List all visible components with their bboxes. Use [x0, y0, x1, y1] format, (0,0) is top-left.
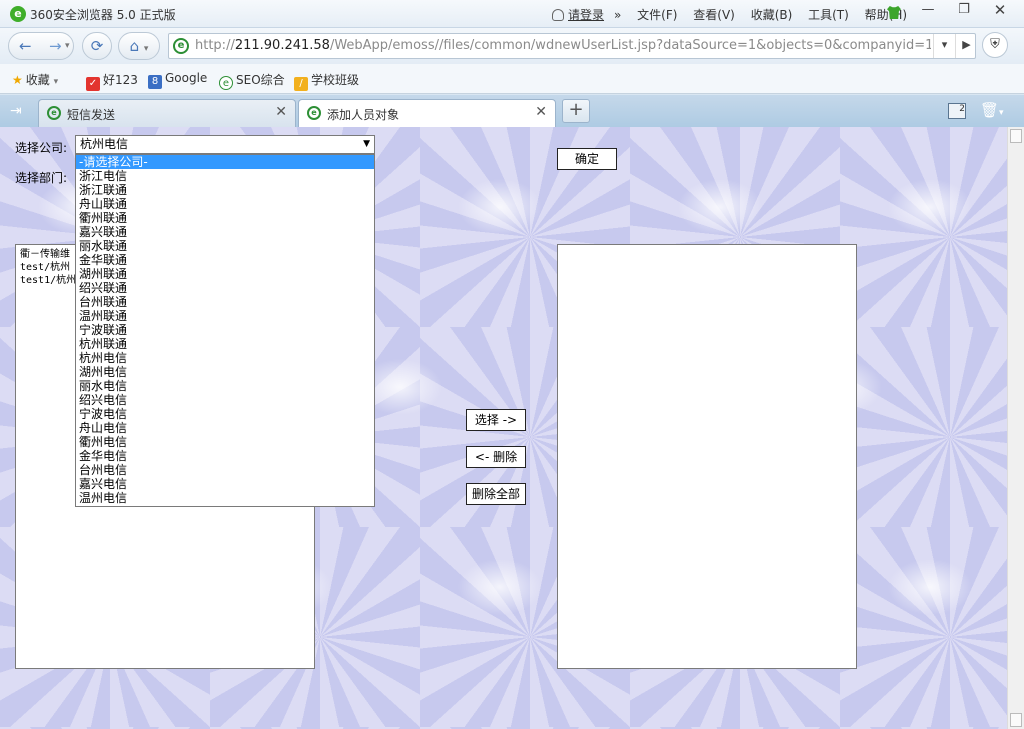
company-option[interactable]: 绍兴电信: [76, 393, 374, 407]
company-dropdown-list[interactable]: -请选择公司- 浙江电信 浙江联通 舟山联通 衢州联通 嘉兴联通 丽水联通 金华联通 湖州联通绍…: [75, 154, 375, 507]
company-option[interactable]: 台州联通: [76, 295, 374, 309]
tab-close-icon[interactable]: ✕: [535, 104, 547, 120]
login-link[interactable]: 请登录: [552, 6, 604, 23]
tab-page-icon: e: [47, 106, 61, 120]
vertical-scrollbar[interactable]: [1007, 127, 1024, 729]
company-option[interactable]: 丽水电信: [76, 379, 374, 393]
trash-icon[interactable]: 🗑▾: [980, 101, 1004, 119]
new-tab-button[interactable]: +: [562, 99, 590, 123]
ie-icon: e: [219, 76, 233, 90]
favorites-dropdown-icon: ▾: [53, 77, 59, 87]
menu-file[interactable]: 文件(F): [637, 8, 677, 22]
company-option[interactable]: 湖州联通: [76, 267, 374, 281]
selected-users-list[interactable]: [557, 244, 857, 669]
tab-bar: ⇥ e 短信发送 ✕ e 添加人员对象 ✕ + 2 🗑▾: [0, 95, 1024, 127]
company-option[interactable]: 温州电信: [76, 491, 374, 505]
company-option[interactable]: 衢州电信: [76, 435, 374, 449]
bookmark-seo[interactable]: e SEO综合: [219, 71, 285, 90]
bookmark-hao123[interactable]: ✓ 好123: [86, 71, 138, 91]
company-option[interactable]: 杭州联通: [76, 337, 374, 351]
maximize-button[interactable]: ❐: [948, 0, 980, 22]
scroll-up-button[interactable]: [1010, 129, 1022, 143]
department-label: 选择部门:: [15, 171, 68, 185]
tab-close-icon[interactable]: ✕: [275, 104, 287, 120]
bookmark-school[interactable]: / 学校班级: [294, 71, 359, 91]
google-icon: 8: [148, 75, 162, 89]
company-option[interactable]: 舟山电信: [76, 421, 374, 435]
title-bar: e 360安全浏览器 5.0 正式版 请登录 » 文件(F) 查看(V) 收藏(…: [0, 0, 1024, 28]
company-option[interactable]: 浙江联通: [76, 183, 374, 197]
select-arrow-icon: ▼: [363, 139, 370, 149]
menu-view[interactable]: 查看(V): [693, 8, 735, 22]
delete-all-button[interactable]: 删除全部: [466, 483, 526, 505]
school-icon: /: [294, 77, 308, 91]
go-icon[interactable]: ▶: [955, 34, 977, 58]
page-content: 选择公司: 杭州电信 ▼ -请选择公司- 浙江电信 浙江联通 舟山联通 衢州联通 嘉兴联通…: [0, 127, 1007, 729]
address-bar[interactable]: e http://211.90.241.58/WebApp/emoss//fil…: [168, 33, 976, 59]
menu-bar: » 文件(F) 查看(V) 收藏(B) 工具(T) 帮助(H): [614, 6, 919, 23]
company-option[interactable]: 宁波电信: [76, 407, 374, 421]
company-select[interactable]: 杭州电信 ▼: [75, 135, 375, 154]
company-option[interactable]: 嘉兴联通: [76, 225, 374, 239]
hao123-icon: ✓: [86, 77, 100, 91]
window-title: 360安全浏览器 5.0 正式版: [30, 8, 176, 22]
tab-sms-send[interactable]: e 短信发送 ✕: [38, 99, 296, 127]
company-option[interactable]: 嘉兴电信: [76, 477, 374, 491]
sidebar-toggle-icon[interactable]: ⇥: [10, 103, 22, 119]
company-option[interactable]: 杭州电信: [76, 351, 374, 365]
company-option[interactable]: 宁波联通: [76, 323, 374, 337]
menu-overflow-icon[interactable]: »: [614, 8, 621, 22]
navigation-bar: ← → ▾ ⟳ ⌂ ▾ e http://211.90.241.58/WebAp…: [0, 28, 1024, 64]
menu-help[interactable]: 帮助(H): [865, 8, 907, 22]
scroll-down-button[interactable]: [1010, 713, 1022, 727]
close-window-button[interactable]: ✕: [984, 0, 1016, 22]
company-label: 选择公司:: [15, 141, 68, 155]
company-option[interactable]: 衢州联通: [76, 211, 374, 225]
company-option[interactable]: 丽水联通: [76, 239, 374, 253]
history-dropdown-icon[interactable]: ▾: [65, 33, 70, 59]
bookmark-favorites[interactable]: ★ 收藏 ▾: [12, 71, 58, 88]
company-option[interactable]: 湖州电信: [76, 365, 374, 379]
company-option[interactable]: 金华联通: [76, 253, 374, 267]
menu-favorites[interactable]: 收藏(B): [751, 8, 793, 22]
menu-tools[interactable]: 工具(T): [808, 8, 849, 22]
company-option[interactable]: 台州电信: [76, 463, 374, 477]
tab-add-person[interactable]: e 添加人员对象 ✕: [298, 99, 556, 127]
company-option[interactable]: 绍兴联通: [76, 281, 374, 295]
select-button[interactable]: 选择 ->: [466, 409, 526, 431]
tab-list-icon[interactable]: 2: [948, 103, 966, 119]
bookmark-google[interactable]: 8 Google: [148, 71, 207, 89]
url-text[interactable]: http://211.90.241.58/WebApp/emoss//files…: [195, 38, 931, 53]
forward-arrow-icon[interactable]: →: [49, 33, 62, 59]
company-option[interactable]: 舟山联通: [76, 197, 374, 211]
company-option[interactable]: 金华电信: [76, 449, 374, 463]
user-icon: [552, 9, 564, 21]
page-icon: e: [173, 38, 189, 54]
refresh-button[interactable]: ⟳: [82, 32, 112, 60]
home-button[interactable]: ⌂ ▾: [118, 32, 160, 60]
back-button[interactable]: ← → ▾: [8, 32, 74, 60]
minimize-button[interactable]: —: [912, 0, 944, 22]
address-dropdown-icon[interactable]: ▾: [933, 34, 955, 58]
delete-button[interactable]: <- 删除: [466, 446, 526, 468]
company-option[interactable]: -请选择公司-: [76, 155, 374, 169]
tab-page-icon: e: [307, 106, 321, 120]
company-option[interactable]: 温州联通: [76, 309, 374, 323]
star-icon: ★: [12, 73, 23, 87]
browser-logo-icon: e: [10, 6, 26, 22]
security-shield-icon[interactable]: ⛨: [982, 32, 1008, 58]
company-option[interactable]: 浙江电信: [76, 169, 374, 183]
confirm-button[interactable]: 确定: [557, 148, 617, 170]
back-arrow-icon: ←: [19, 37, 32, 55]
bookmarks-bar: ★ 收藏 ▾ ✓ 好123 8 Google e SEO综合 / 学校班级: [0, 64, 1024, 94]
